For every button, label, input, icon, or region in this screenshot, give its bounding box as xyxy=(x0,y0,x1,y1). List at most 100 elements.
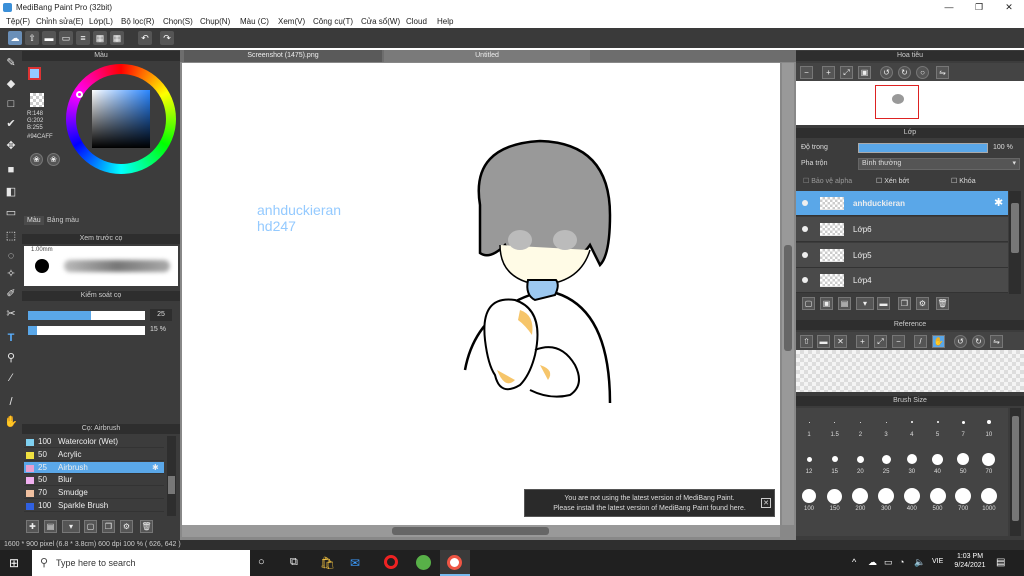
visibility-icon[interactable] xyxy=(802,200,808,206)
select-eraser-icon[interactable]: ✂ xyxy=(3,306,19,322)
layer-row[interactable]: Lớp4 xyxy=(796,268,1008,294)
brush-size-dot[interactable] xyxy=(827,488,843,504)
layer-row[interactable]: anhduckieran ✱ xyxy=(796,191,1008,216)
brush-list-item[interactable]: 50 Acrylic xyxy=(24,449,164,461)
brush-size-dot[interactable] xyxy=(878,488,895,504)
brush-folder-icon[interactable]: ▤ xyxy=(44,520,57,533)
brush-size-dot[interactable] xyxy=(859,421,861,423)
check-icon[interactable]: ✔ xyxy=(3,116,19,132)
visibility-icon[interactable] xyxy=(802,277,808,284)
ref-hand-icon[interactable]: ✋ xyxy=(932,335,945,348)
brush-list-scrollbar[interactable] xyxy=(167,436,176,516)
minimize-icon[interactable]: — xyxy=(934,0,964,14)
layer-copy-icon[interactable]: ▤ xyxy=(838,297,851,310)
text-tool-icon[interactable]: T xyxy=(3,330,19,346)
opera-icon[interactable] xyxy=(384,555,398,569)
brush-size-dot[interactable] xyxy=(929,488,946,504)
notifications-icon[interactable]: ▤ xyxy=(996,557,1005,568)
brush-size-dot[interactable] xyxy=(980,488,997,504)
ref-zoom-out-icon[interactable]: − xyxy=(892,335,905,348)
bucket-tool-icon[interactable]: ◧ xyxy=(3,184,19,200)
brush-size-dot[interactable] xyxy=(955,488,972,504)
brush-size-dot[interactable] xyxy=(906,454,917,464)
mail-icon[interactable]: ✉ xyxy=(350,556,360,570)
chrome-icon[interactable] xyxy=(416,555,431,570)
notification-close-icon[interactable]: ✕ xyxy=(761,498,771,508)
windows-start-icon[interactable]: ⊞ xyxy=(9,556,23,570)
fit-icon[interactable]: ⤢ xyxy=(840,66,853,79)
brush-list-item[interactable]: 70 Smudge xyxy=(24,487,164,500)
task-view-icon[interactable]: ⧉ xyxy=(290,556,298,569)
rect-select-icon[interactable]: □ xyxy=(3,96,19,112)
undo-icon[interactable]: ↶ xyxy=(138,31,152,45)
volume-icon[interactable]: 🔈 xyxy=(914,557,925,568)
brush-list-item[interactable]: 25 Airbrush ✱ xyxy=(24,461,164,474)
cloud-icon[interactable]: ☁ xyxy=(8,31,22,45)
brush-size-dot[interactable] xyxy=(831,456,838,462)
layer-settings-icon[interactable]: ⚙ xyxy=(916,297,929,310)
layer-row[interactable]: Lớp6 xyxy=(796,216,1008,242)
tab-untitled[interactable]: Untitled xyxy=(384,50,590,62)
ref-fit-icon[interactable]: ⤢ xyxy=(874,335,887,348)
grid2-icon[interactable]: ▦ xyxy=(110,31,124,45)
eyedropper-icon[interactable]: ⁄ xyxy=(3,370,19,386)
new-layer2-icon[interactable]: ▣ xyxy=(820,297,833,310)
menu-file[interactable]: Tệp(F) xyxy=(6,17,30,26)
reference-preview[interactable] xyxy=(796,350,1024,392)
menu-cloud[interactable]: Cloud xyxy=(406,17,427,26)
brush-size-value[interactable]: 25 xyxy=(150,309,172,321)
select-rect-icon[interactable]: ⬚ xyxy=(3,228,19,244)
zoom-out-icon[interactable]: − xyxy=(800,66,813,79)
layer-opacity-slider[interactable] xyxy=(858,143,988,153)
actual-size-icon[interactable]: ▣ xyxy=(858,66,871,79)
pen-icon[interactable]: / xyxy=(3,394,19,410)
layer-folder-icon[interactable]: ▬ xyxy=(877,297,890,310)
layer-merge-icon[interactable]: ❐ xyxy=(898,297,911,310)
tray-chevron-icon[interactable]: ^ xyxy=(852,557,856,567)
brush-list-item[interactable]: 50 Blur xyxy=(24,474,164,487)
ref-rotate-right-icon[interactable]: ↻ xyxy=(972,335,985,348)
lasso-tool-icon[interactable]: ◌ xyxy=(3,248,19,264)
flip-icon[interactable]: ⇋ xyxy=(936,66,949,79)
brush-size-dot[interactable] xyxy=(834,421,836,423)
upload-icon[interactable]: ⇧ xyxy=(25,31,39,45)
menu-color[interactable]: Màu (C) xyxy=(240,17,269,26)
layer-row[interactable]: Lớp5 xyxy=(796,242,1008,268)
fill-rect-icon[interactable]: ■ xyxy=(3,162,19,178)
cloud-tray-icon[interactable]: ☁ xyxy=(868,557,877,568)
brush-add-icon[interactable]: ✚ xyxy=(26,520,39,533)
brush-settings-icon[interactable]: ⚙ xyxy=(120,520,133,533)
brush-tool-icon[interactable]: ✎ xyxy=(3,55,19,71)
brush-dup-icon[interactable]: ❐ xyxy=(102,520,115,533)
menu-layer[interactable]: Lớp(L) xyxy=(89,17,113,26)
protect-alpha-checkbox[interactable]: ☐ Bảo vệ alpha xyxy=(803,177,852,185)
medibang-taskbar-icon[interactable] xyxy=(440,550,470,576)
brush-size-dot[interactable] xyxy=(808,421,810,423)
cortana-icon[interactable]: ○ xyxy=(258,556,265,568)
hand-tool-icon[interactable]: ✋ xyxy=(3,414,19,430)
palette-icon[interactable]: ❀ xyxy=(30,153,43,166)
zoom-in-icon[interactable]: + xyxy=(822,66,835,79)
brush-size-dot[interactable] xyxy=(910,421,913,423)
tab-color[interactable]: Màu xyxy=(24,216,44,225)
clock[interactable]: 1:03 PM 9/24/2021 xyxy=(954,553,986,569)
canvas-vscrollbar[interactable] xyxy=(782,63,794,525)
brush-size-dot[interactable] xyxy=(982,452,996,466)
layer-add-menu-icon[interactable]: ▾ xyxy=(856,297,874,310)
brush-size-dot[interactable] xyxy=(881,454,891,464)
redo-icon[interactable]: ↷ xyxy=(160,31,174,45)
menu-help[interactable]: Help xyxy=(437,17,453,26)
brush-size-dot[interactable] xyxy=(903,488,920,504)
brush-trash-icon[interactable]: 🗑 xyxy=(140,520,153,533)
gradient-tool-icon[interactable]: ▭ xyxy=(3,205,19,221)
brush-list-item[interactable]: 100 Sparkle Brush xyxy=(24,500,164,512)
navigator-preview[interactable] xyxy=(796,81,1024,125)
drawing-canvas[interactable]: anhduckieran hd247 xyxy=(182,63,780,525)
brush-size-dot[interactable] xyxy=(936,421,939,423)
navigator-viewport[interactable] xyxy=(875,85,919,119)
tab-palette[interactable]: Bảng màu xyxy=(44,216,82,225)
brush-import-icon[interactable]: ▾ xyxy=(62,520,80,533)
visibility-icon[interactable] xyxy=(802,251,808,258)
brush-size-dot[interactable] xyxy=(885,421,887,423)
rotate-left-icon[interactable]: ↺ xyxy=(880,66,893,79)
